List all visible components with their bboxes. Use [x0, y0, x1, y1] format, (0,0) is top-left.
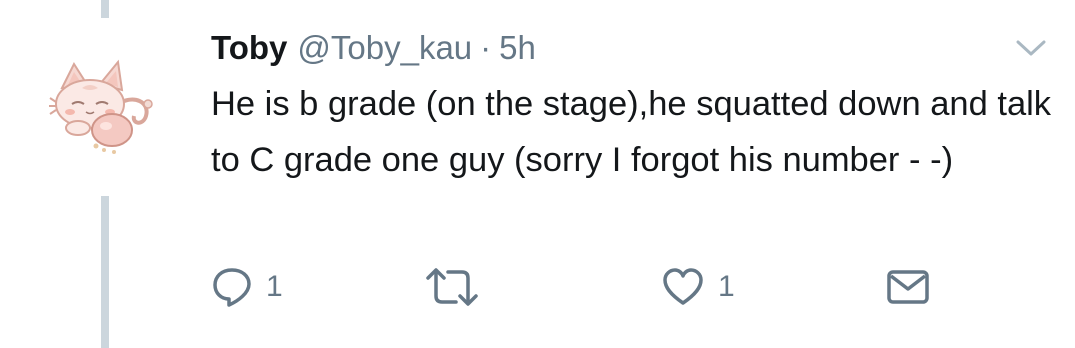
direct-message-button[interactable]: [886, 262, 930, 312]
reply-count: 1: [266, 270, 283, 303]
tweet-header: Toby @Toby_kau · 5h: [211, 26, 536, 70]
reply-button[interactable]: 1: [212, 262, 283, 312]
chevron-down-icon: [1016, 40, 1046, 56]
tweet-text: He is b grade (on the stage),he squatted…: [211, 85, 1052, 179]
avatar[interactable]: [48, 58, 163, 154]
reply-icon: [213, 268, 251, 307]
thread-line-bottom: [101, 196, 109, 348]
heart-icon: [663, 268, 703, 305]
more-options-button[interactable]: [1013, 36, 1049, 60]
timestamp[interactable]: 5h: [499, 26, 536, 70]
envelope-icon: [887, 270, 929, 304]
retweet-icon: [426, 268, 478, 306]
like-button[interactable]: 1: [662, 262, 735, 312]
like-count: 1: [718, 270, 735, 303]
cat-avatar-icon: [49, 59, 153, 154]
separator-dot: ·: [480, 29, 492, 66]
thread-line-top: [101, 0, 109, 18]
display-name[interactable]: Toby: [211, 26, 287, 70]
retweet-button[interactable]: [424, 262, 480, 312]
user-handle[interactable]: @Toby_kau: [297, 26, 472, 70]
